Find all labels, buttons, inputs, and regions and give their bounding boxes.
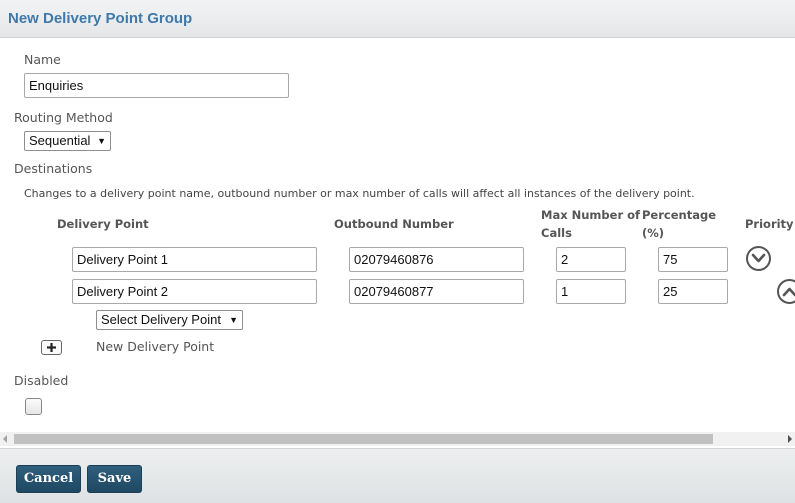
plus-icon — [47, 343, 56, 352]
dropdown-arrow-icon: ▼ — [229, 315, 238, 325]
add-delivery-point-button[interactable] — [41, 340, 62, 355]
select-delivery-point-value: Select Delivery Point — [101, 312, 221, 327]
chevron-down-icon — [751, 253, 766, 263]
col-outbound-number: Outbound Number — [334, 217, 454, 231]
col-max-calls-line2: Calls — [541, 226, 572, 240]
col-percentage-line2: (%) — [642, 226, 665, 240]
priority-down-button[interactable] — [746, 246, 771, 271]
name-input[interactable] — [24, 73, 289, 98]
routing-method-label: Routing Method — [14, 110, 113, 125]
col-priority: Priority — [745, 217, 794, 231]
dropdown-arrow-icon: ▼ — [97, 136, 106, 146]
routing-method-value: Sequential — [29, 133, 91, 148]
scrollbar-thumb[interactable] — [14, 434, 713, 444]
disabled-label: Disabled — [14, 373, 69, 388]
disabled-checkbox[interactable] — [25, 398, 42, 415]
new-delivery-point-label[interactable]: New Delivery Point — [96, 339, 214, 354]
name-label: Name — [24, 52, 61, 67]
outbound-number-input[interactable] — [349, 279, 524, 304]
col-percentage-line1: Percentage — [642, 208, 716, 222]
priority-up-button[interactable] — [777, 279, 795, 304]
dialog-footer: Cancel Save — [0, 448, 795, 503]
scroll-right-arrow-icon[interactable] — [788, 435, 792, 443]
dialog-header: New Delivery Point Group — [0, 0, 795, 38]
outbound-number-input[interactable] — [349, 247, 524, 272]
destinations-note: Changes to a delivery point name, outbou… — [24, 187, 695, 200]
save-button[interactable]: Save — [87, 465, 142, 493]
cancel-button[interactable]: Cancel — [16, 465, 81, 493]
horizontal-scrollbar[interactable] — [0, 432, 795, 446]
chevron-up-icon — [782, 287, 795, 297]
max-calls-input[interactable] — [556, 279, 626, 304]
col-max-calls-line1: Max Number of — [541, 208, 641, 222]
dialog-title: New Delivery Point Group — [8, 10, 193, 27]
percentage-input[interactable] — [658, 279, 728, 304]
routing-method-select[interactable]: Sequential ▼ — [24, 131, 111, 151]
scroll-left-arrow-icon[interactable] — [3, 435, 7, 443]
max-calls-input[interactable] — [556, 247, 626, 272]
delivery-point-input[interactable] — [72, 247, 317, 272]
col-delivery-point: Delivery Point — [57, 217, 149, 231]
select-delivery-point[interactable]: Select Delivery Point ▼ — [96, 310, 243, 330]
percentage-input[interactable] — [658, 247, 728, 272]
destinations-label: Destinations — [14, 161, 93, 176]
delivery-point-input[interactable] — [72, 279, 317, 304]
